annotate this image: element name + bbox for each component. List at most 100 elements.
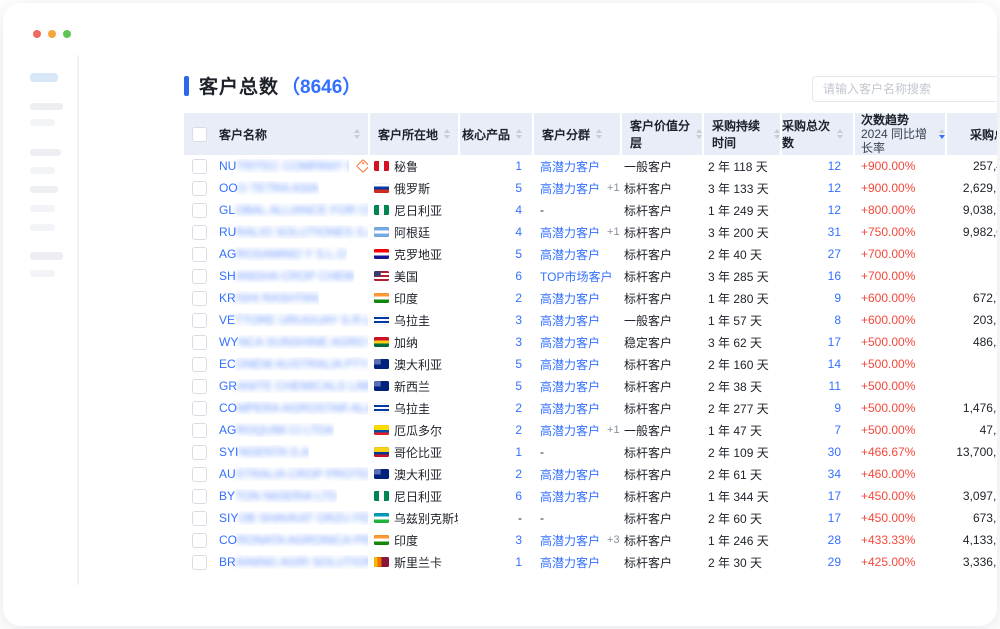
close-window-icon[interactable]: [33, 30, 41, 38]
core-product-count[interactable]: 2: [515, 423, 522, 437]
row-checkbox[interactable]: [192, 313, 207, 328]
purchase-count-link[interactable]: 8: [834, 313, 841, 327]
customer-name-link[interactable]: AGROQUIM CI LTDA: [219, 423, 334, 437]
core-product-count[interactable]: 5: [515, 357, 522, 371]
core-product-count[interactable]: 6: [515, 489, 522, 503]
customer-search-box[interactable]: [812, 76, 997, 102]
row-checkbox[interactable]: [192, 379, 207, 394]
customer-name-link[interactable]: CORONATA AGRONICA PRIVATE E...: [219, 533, 368, 547]
customer-name-link[interactable]: OOO TETRA ASIA: [219, 181, 319, 195]
purchase-count-link[interactable]: 31: [828, 225, 841, 239]
customer-name-link[interactable]: VETTORE URUGUAY S.R.L: [219, 313, 368, 327]
purchase-count-link[interactable]: 9: [834, 291, 841, 305]
core-product-count[interactable]: 1: [515, 555, 522, 569]
sidebar-skeleton-item[interactable]: [30, 73, 58, 82]
row-checkbox[interactable]: [192, 181, 207, 196]
segment-link[interactable]: 高潜力客户: [540, 532, 600, 549]
purchase-count-link[interactable]: 16: [828, 269, 841, 283]
row-checkbox[interactable]: [192, 247, 207, 262]
purchase-count-link[interactable]: 12: [828, 159, 841, 173]
segment-link[interactable]: 高潜力客户: [540, 554, 600, 571]
segment-extra-badge[interactable]: +1: [607, 182, 620, 194]
row-checkbox[interactable]: [192, 291, 207, 306]
purchase-count-link[interactable]: 7: [834, 423, 841, 437]
purchase-count-link[interactable]: 30: [828, 445, 841, 459]
column-header-count[interactable]: 采购总次数: [782, 113, 853, 155]
segment-extra-badge[interactable]: +1: [607, 424, 620, 436]
row-checkbox[interactable]: [192, 335, 207, 350]
core-product-count[interactable]: 4: [515, 203, 522, 217]
row-checkbox[interactable]: [192, 511, 207, 526]
row-checkbox[interactable]: [192, 467, 207, 482]
purchase-count-link[interactable]: 12: [828, 181, 841, 195]
row-checkbox[interactable]: [192, 269, 207, 284]
column-header-trend[interactable]: 次数趋势2024 同比增长率: [855, 113, 945, 155]
maximize-window-icon[interactable]: [63, 30, 71, 38]
customer-name-link[interactable]: SHANGHA CROP CHEM: [219, 269, 354, 283]
customer-name-link[interactable]: COMPERA AGROSTAR ALIADO R...: [219, 401, 368, 415]
core-product-count[interactable]: 3: [515, 335, 522, 349]
search-input[interactable]: [821, 81, 997, 97]
row-checkbox[interactable]: [192, 423, 207, 438]
customer-name-link[interactable]: BYTON NIGERIA LTD: [219, 489, 337, 503]
customer-name-link[interactable]: GLOBAL ALLIANCE FOR CHEMICA...: [219, 203, 368, 217]
segment-link[interactable]: 高潜力客户: [540, 466, 600, 483]
customer-name-link[interactable]: GRANITE CHEMICALS LIMITED: [219, 379, 368, 393]
minimize-window-icon[interactable]: [48, 30, 56, 38]
customer-name-link[interactable]: BRAINING AGRI SOLUTIONS PVT LTD: [219, 555, 368, 569]
row-checkbox[interactable]: [192, 225, 207, 240]
segment-link[interactable]: 高潜力客户: [540, 400, 600, 417]
segment-link[interactable]: 高潜力客户: [540, 224, 600, 241]
core-product-count[interactable]: 5: [515, 247, 522, 261]
sort-icon[interactable]: [939, 129, 945, 139]
segment-link[interactable]: 高潜力客户: [540, 378, 600, 395]
customer-name-link[interactable]: RURALIO SOLUTIONES S.A: [219, 225, 368, 239]
purchase-count-link[interactable]: 17: [828, 335, 841, 349]
sort-icon[interactable]: [444, 129, 450, 139]
sort-icon[interactable]: [596, 129, 602, 139]
segment-link[interactable]: TOP市场客户: [540, 268, 612, 285]
column-header-value[interactable]: 客户价值分层: [622, 113, 702, 155]
core-product-count[interactable]: 5: [515, 181, 522, 195]
row-checkbox[interactable]: [192, 489, 207, 504]
sort-icon[interactable]: [516, 129, 522, 139]
customer-name-link[interactable]: NUTRITEC COMPANY S.A.S: [219, 159, 349, 173]
customer-name-link[interactable]: AGROSAMINO Y S.L.O: [219, 247, 347, 261]
purchase-count-link[interactable]: 12: [828, 203, 841, 217]
customer-name-link[interactable]: ECONEW AUSTRALIA PTY LIMITED: [219, 357, 368, 371]
segment-link[interactable]: 高潜力客户: [540, 246, 600, 263]
customer-name-link[interactable]: AUSTRALIA CROP PROTECTION P...: [219, 467, 368, 481]
row-checkbox[interactable]: [192, 357, 207, 372]
segment-link[interactable]: 高潜力客户: [540, 356, 600, 373]
row-checkbox[interactable]: [192, 445, 207, 460]
sort-icon[interactable]: [837, 129, 843, 139]
row-checkbox[interactable]: [192, 533, 207, 548]
segment-extra-badge[interactable]: +1: [607, 226, 620, 238]
purchase-count-link[interactable]: 34: [828, 467, 841, 481]
customer-name-link[interactable]: SIYOB SHAVKAT ORZU FERMER X...: [219, 511, 368, 525]
segment-link[interactable]: 高潜力客户: [540, 488, 600, 505]
segment-extra-badge[interactable]: +3: [607, 534, 620, 546]
row-checkbox[interactable]: [192, 555, 207, 570]
customer-name-link[interactable]: WYNCA SUNSHINE AGRO PRODU...: [219, 335, 368, 349]
customer-name-link[interactable]: SYINGENTA S.A: [219, 445, 309, 459]
purchase-count-link[interactable]: 28: [828, 533, 841, 547]
select-all-checkbox[interactable]: [192, 127, 207, 142]
core-product-count[interactable]: 1: [515, 445, 522, 459]
row-checkbox[interactable]: [192, 159, 207, 174]
column-header-segment[interactable]: 客户分群: [534, 113, 620, 155]
row-checkbox[interactable]: [192, 203, 207, 218]
core-product-count[interactable]: 2: [515, 401, 522, 415]
purchase-count-link[interactable]: 9: [834, 401, 841, 415]
column-header-duration[interactable]: 采购持续时间: [704, 113, 780, 155]
purchase-count-link[interactable]: 14: [828, 357, 841, 371]
core-product-count[interactable]: 3: [515, 533, 522, 547]
segment-link[interactable]: 高潜力客户: [540, 422, 600, 439]
core-product-count[interactable]: 3: [515, 313, 522, 327]
core-product-count[interactable]: 4: [515, 225, 522, 239]
customer-name-link[interactable]: KRISHI RASHTAN: [219, 291, 319, 305]
core-product-count[interactable]: 6: [515, 269, 522, 283]
purchase-count-link[interactable]: 27: [828, 247, 841, 261]
core-product-count[interactable]: 2: [515, 467, 522, 481]
purchase-count-link[interactable]: 11: [829, 379, 841, 393]
